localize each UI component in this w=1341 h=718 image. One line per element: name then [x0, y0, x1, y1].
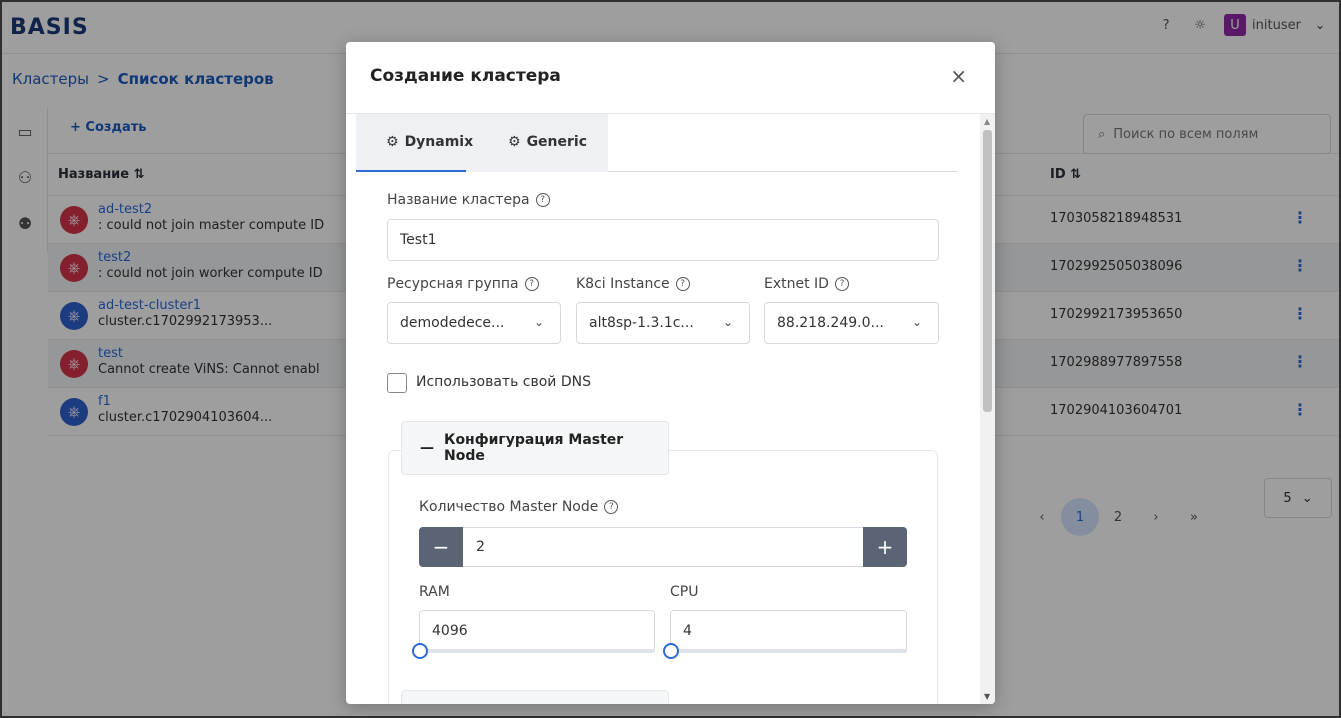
window-frame [0, 0, 1341, 718]
